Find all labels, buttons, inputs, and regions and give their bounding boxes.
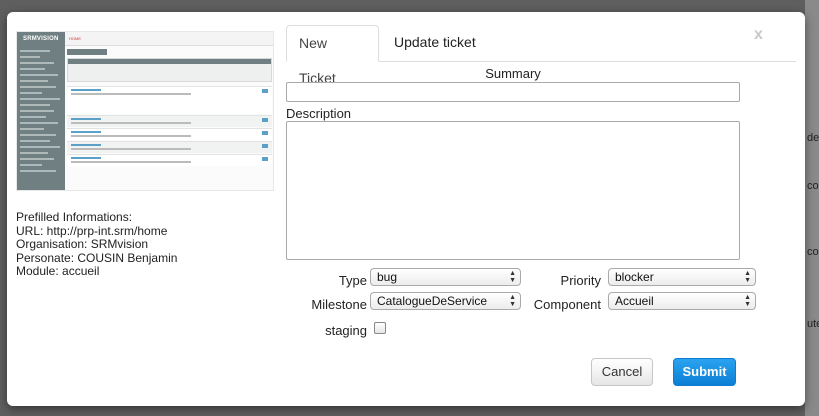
thumbnail-row (67, 86, 272, 114)
backdrop-text: con (807, 180, 819, 192)
summary-input[interactable] (286, 82, 740, 102)
staging-checkbox[interactable] (374, 322, 386, 334)
staging-label: staging (325, 323, 367, 338)
component-select[interactable]: Accueil ▲ ▼ (608, 292, 756, 310)
summary-label: Summary (485, 66, 541, 81)
thumbnail-row (67, 141, 272, 153)
tab-update-ticket[interactable]: Update ticket (382, 25, 488, 62)
backdrop-text: de (807, 132, 819, 144)
backdrop (805, 0, 819, 416)
thumbnail-row (67, 128, 272, 140)
thumbnail-home-label: HOME (69, 36, 81, 41)
select-arrows-icon: ▲ ▼ (744, 270, 751, 284)
thumbnail-row (67, 154, 272, 166)
description-label: Description (286, 106, 352, 121)
priority-label: Priority (560, 273, 601, 288)
thumbnail-panel (67, 58, 272, 82)
type-select[interactable]: bug ▲ ▼ (370, 268, 521, 286)
select-arrows-icon: ▲ ▼ (509, 294, 516, 308)
thumbnail-row (67, 115, 272, 127)
select-arrows-icon: ▲ ▼ (744, 294, 751, 308)
submit-button[interactable]: Submit (673, 358, 736, 386)
thumbnail-topbar (65, 32, 273, 46)
backdrop-text: cor (807, 246, 819, 258)
prefilled-personate: Personate: COUSIN Benjamin (16, 250, 178, 265)
thumbnail-logo: SRMVISION (23, 36, 59, 42)
priority-select-value: blocker (615, 270, 654, 284)
thumbnail-tabs (67, 49, 107, 55)
component-select-value: Accueil (615, 294, 654, 308)
description-textarea[interactable] (286, 121, 740, 260)
prefilled-url: URL: http://prp-int.srm/home (16, 223, 168, 238)
prefilled-info: Prefilled Informations: URL: http://prp-… (16, 210, 178, 279)
type-select-value: bug (377, 270, 398, 284)
ticket-tabs: New Ticket Update ticket (286, 25, 796, 86)
ticket-modal: x SRMVISION HOME Prefilled Informations:… (7, 12, 805, 406)
milestone-select-value: CatalogueDeService (377, 294, 488, 308)
tab-new-ticket[interactable]: New Ticket (286, 25, 379, 86)
prefilled-organisation: Organisation: SRMvision (16, 237, 149, 251)
prefilled-heading: Prefilled Informations: (16, 210, 133, 224)
type-label: Type (338, 273, 367, 288)
prefilled-module: Module: accueil (16, 264, 100, 278)
milestone-label: Milestone (311, 297, 367, 312)
component-label: Component (533, 297, 601, 312)
milestone-select[interactable]: CatalogueDeService ▲ ▼ (370, 292, 521, 310)
page-screenshot-thumbnail: SRMVISION HOME (16, 31, 274, 191)
select-arrows-icon: ▲ ▼ (509, 270, 516, 284)
cancel-button[interactable]: Cancel (591, 358, 653, 386)
priority-select[interactable]: blocker ▲ ▼ (608, 268, 756, 286)
thumbnail-sidebar: SRMVISION (17, 32, 65, 190)
backdrop-text: ute (807, 318, 819, 330)
